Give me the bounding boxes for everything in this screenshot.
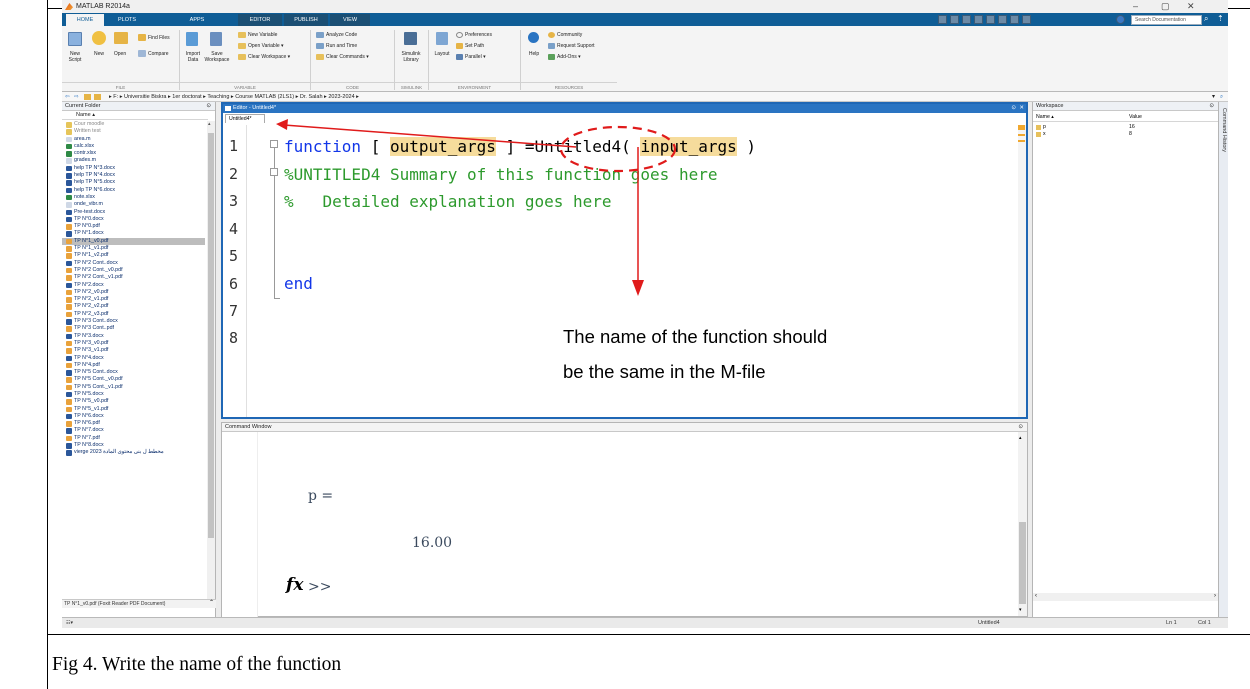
var-value: 16 — [1129, 124, 1135, 130]
status-line: Ln 1 — [1166, 620, 1177, 626]
workspace-title: Workspace — [1036, 103, 1064, 109]
fx-icon[interactable]: fx — [286, 575, 303, 595]
variable-icon — [1036, 132, 1041, 137]
variable-icon — [1036, 125, 1041, 130]
command-history-sidebar[interactable]: Command History — [1218, 102, 1228, 617]
workspace-panel: Workspace ⊙ Name ▴ Value p 16 x 8 ‹ › — [1032, 102, 1219, 617]
matlab-window: MATLAB R2014a – ▢ ✕ HOME PLOTS APPS EDIT… — [62, 0, 1228, 628]
table-mid-line — [47, 634, 1250, 635]
scroll-right-icon[interactable]: › — [1214, 593, 1216, 599]
command-history-label[interactable]: Command History — [1221, 108, 1227, 152]
scroll-thumb[interactable] — [1019, 522, 1026, 604]
var-name: x — [1043, 131, 1046, 137]
arrowhead-icon — [632, 280, 644, 296]
highlight-ellipse — [559, 125, 677, 173]
scroll-down-icon[interactable]: ▾ — [1019, 607, 1022, 613]
status-bar: ☷▾ Untitled4 Ln 1 Col 1 — [62, 617, 1228, 628]
arrowhead-icon — [276, 119, 288, 130]
header-divider — [1033, 121, 1219, 122]
output-variable: p = — [308, 488, 334, 504]
command-window: Command Window ⊙ p = 16.00 fx >> ▴ ▾ — [221, 422, 1028, 617]
workspace-header: Workspace ⊙ — [1033, 102, 1218, 111]
status-file: Untitled4 — [978, 620, 1000, 626]
command-prompt[interactable]: >> — [308, 579, 331, 595]
command-window-title: Command Window — [225, 424, 272, 430]
figure-caption: Fig 4. Write the name of the function — [52, 654, 342, 675]
panel-menu-icon[interactable]: ⊙ — [1018, 423, 1023, 432]
workspace-col-value[interactable]: Value — [1129, 114, 1142, 120]
status-col: Col 1 — [1198, 620, 1211, 626]
command-window-header: Command Window ⊙ — [222, 423, 1027, 432]
var-value: 8 — [1129, 131, 1132, 137]
arrow-to-tab — [283, 124, 577, 148]
output-value: 16.00 — [412, 535, 453, 551]
workspace-hscrollbar[interactable]: ‹ › — [1033, 593, 1219, 601]
var-name: p — [1043, 124, 1046, 130]
scroll-up-icon[interactable]: ▴ — [1019, 435, 1022, 441]
panel-menu-icon[interactable]: ⊙ — [1209, 102, 1214, 111]
command-scrollbar[interactable]: ▴ ▾ — [1018, 432, 1027, 616]
scroll-left-icon[interactable]: ‹ — [1035, 593, 1037, 599]
status-icon: ☷▾ — [66, 620, 73, 626]
command-margin — [222, 432, 258, 617]
workspace-col-name[interactable]: Name ▴ — [1036, 114, 1054, 120]
